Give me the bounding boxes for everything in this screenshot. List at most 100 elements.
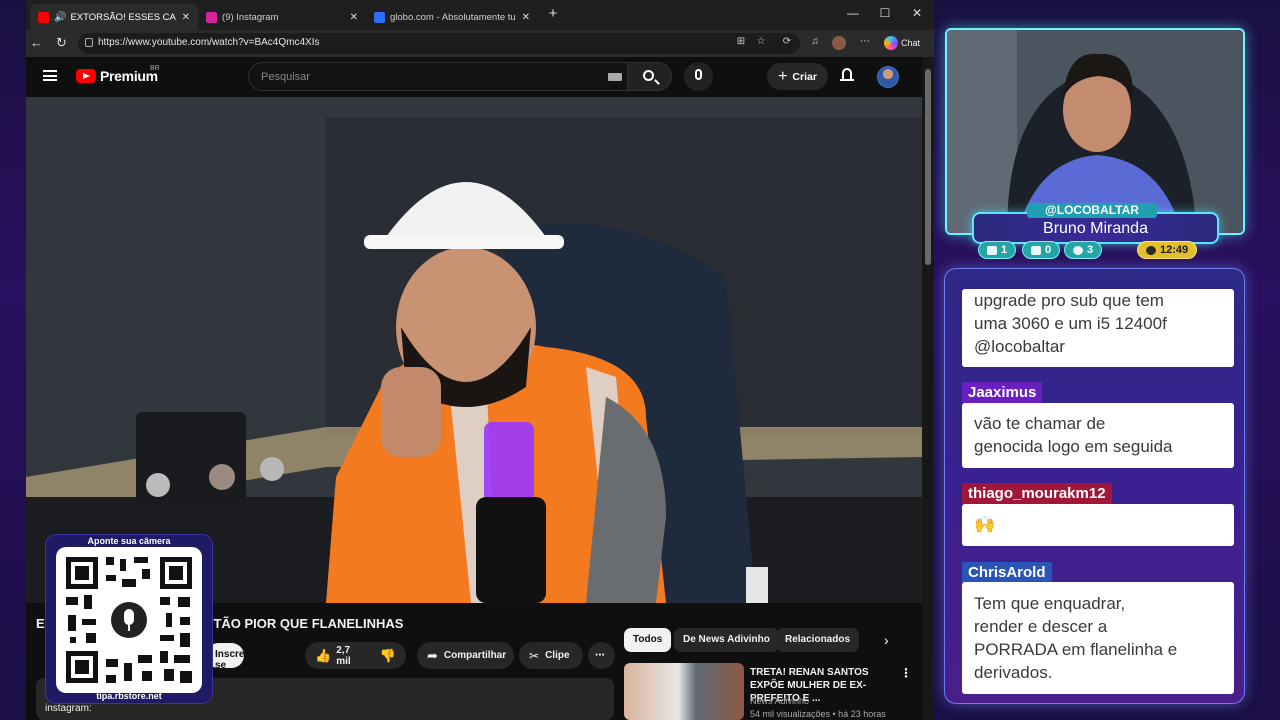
clip-button[interactable]: ✂ Clipe (519, 642, 583, 669)
chat-line: 🙌 (974, 515, 996, 534)
scrollbar-thumb[interactable] (925, 69, 931, 265)
chat-line: PORRADA em flanelinha e (974, 640, 1178, 659)
search-input[interactable]: Pesquisar (248, 62, 628, 91)
refresh-icon[interactable]: ↻ (56, 35, 67, 51)
new-tab-button[interactable]: + (538, 5, 568, 22)
instagram-favicon-icon (206, 11, 217, 23)
stat-chat: 1 (978, 241, 1017, 259)
chat-line: derivados. (974, 663, 1053, 682)
speaker-icon[interactable]: 🔊 (54, 12, 66, 23)
qr-url: tipa.rbstore.net (96, 691, 162, 701)
recommended-video-thumbnail[interactable] (624, 663, 744, 720)
chip-related[interactable]: Relacionados (776, 628, 860, 652)
chat-username: ChrisArold (962, 562, 1052, 584)
more-menu-icon[interactable]: ⋯ (858, 36, 872, 50)
dislike-button[interactable]: 👎 (380, 648, 396, 664)
maximize-button[interactable]: ☐ (870, 6, 900, 20)
media-icon[interactable]: ♫ (808, 36, 822, 50)
clip-label: Clipe (545, 650, 570, 661)
thumbs-up-icon: 👍 (315, 647, 332, 663)
url-text: https://www.youtube.com/watch?v=BAc4Qmc4… (98, 37, 320, 48)
qr-code-overlay: Aponte sua câmera tipa.rbstore.net (46, 535, 212, 703)
chat-message: vão te chamar de genocida logo em seguid… (962, 403, 1234, 468)
streamer-handle: @LOCOBALTAR (1027, 203, 1157, 218)
more-dots-icon: ⋯ (595, 650, 605, 661)
like-dislike-group: 👍 2,7 mil 👎 (305, 642, 406, 669)
search-icon (643, 70, 654, 81)
install-app-icon[interactable]: ⊞ (734, 36, 748, 50)
site-info-icon[interactable] (85, 38, 93, 47)
close-tab-icon[interactable]: ✕ (182, 12, 190, 23)
region-code: BR (150, 65, 160, 72)
chat-line: render e descer a (974, 617, 1108, 636)
chat-line: @locobaltar (974, 337, 1065, 356)
plus-icon: + (778, 67, 788, 85)
minimize-button[interactable]: — (838, 6, 868, 20)
tab-youtube[interactable]: 🔊 EXTORSÃO! ESSES CARAS TÃO ✕ (30, 4, 198, 30)
stream-chat-panel: upgrade pro sub que tem uma 3060 e um i5… (944, 268, 1245, 704)
url-field[interactable]: https://www.youtube.com/watch?v=BAc4Qmc4… (78, 33, 800, 54)
notifications-bell-icon[interactable] (840, 68, 854, 84)
tab-instagram[interactable]: (9) Instagram ✕ (198, 4, 366, 30)
chat-line: Tem que enquadrar, (974, 594, 1126, 613)
chat-line: upgrade pro sub que tem (974, 291, 1164, 310)
chat-line: vão te chamar de (974, 414, 1106, 433)
search-button[interactable] (628, 62, 672, 91)
recommended-more-icon[interactable]: ⋮ (900, 666, 912, 680)
copilot-label: Chat (901, 38, 921, 48)
chat-message: 🙌 (962, 504, 1234, 546)
video-frame-image (26, 97, 922, 603)
stat-youtube: 0 (1022, 241, 1061, 259)
back-arrow-icon[interactable]: ← (30, 35, 43, 50)
stat-value: 1 (1001, 244, 1008, 256)
scissors-icon: ✂ (529, 648, 540, 663)
close-window-button[interactable]: ✕ (902, 6, 932, 20)
stream-timer: 12:49 (1137, 241, 1198, 259)
close-tab-icon[interactable]: ✕ (522, 12, 530, 23)
viewers-icon (1073, 245, 1083, 255)
address-bar-row: ← ↻ https://www.youtube.com/watch?v=BAc4… (26, 30, 934, 57)
account-avatar[interactable] (877, 66, 899, 88)
more-actions-button[interactable]: ⋯ (588, 642, 615, 669)
favorite-star-icon[interactable]: ☆ (754, 36, 768, 50)
chip-channel[interactable]: De News Adivinho (674, 628, 779, 652)
voice-search-button[interactable] (684, 62, 713, 91)
subscribe-label: Inscrever-se (215, 649, 244, 668)
tab-globo[interactable]: globo.com - Absolutamente tudo ✕ (366, 4, 538, 30)
tab-bar: 🔊 EXTORSÃO! ESSES CARAS TÃO ✕ (9) Instag… (26, 0, 934, 30)
timer-value: 12:49 (1160, 244, 1189, 256)
clock-icon (1146, 245, 1156, 255)
thumbs-down-icon: 👎 (379, 647, 396, 663)
stat-value: 3 (1087, 244, 1094, 256)
youtube-logo-icon[interactable] (76, 69, 96, 83)
youtube-icon (1031, 245, 1041, 255)
chip-all[interactable]: Todos (624, 628, 672, 652)
menu-icon[interactable] (43, 70, 57, 81)
tab-title: (9) Instagram (222, 11, 279, 23)
profile-avatar[interactable] (832, 36, 846, 50)
stat-value: 0 (1045, 244, 1052, 256)
close-tab-icon[interactable]: ✕ (350, 12, 358, 23)
page-scrollbar[interactable] (922, 57, 934, 720)
extensions-icon[interactable]: ⟳ (780, 36, 794, 50)
share-label: Compartilhar (443, 650, 507, 661)
chat-message: upgrade pro sub que tem uma 3060 e um i5… (962, 289, 1234, 367)
chat-line: uma 3060 e um i5 12400f (974, 314, 1167, 333)
globo-favicon-icon (374, 11, 385, 23)
chat-icon (987, 245, 997, 255)
keyboard-icon[interactable] (608, 73, 622, 81)
tab-title: EXTORSÃO! ESSES CARAS TÃO (70, 11, 176, 23)
qr-instruction: Aponte sua câmera (87, 536, 171, 546)
video-player[interactable] (26, 97, 922, 603)
tab-title: globo.com - Absolutamente tudo (390, 11, 516, 23)
copilot-chat-button[interactable]: Chat (884, 34, 920, 52)
chat-line: genocida logo em seguida (974, 437, 1173, 456)
share-button[interactable]: ➦ Compartilhar (417, 642, 514, 669)
youtube-header: Premium BR Pesquisar + Criar (26, 57, 922, 97)
chevron-right-icon[interactable]: › (884, 632, 889, 648)
recommended-video-channel[interactable]: News Adivinho (750, 696, 809, 706)
like-button[interactable]: 👍 2,7 mil (315, 645, 362, 667)
qr-code-image (56, 547, 202, 693)
create-button[interactable]: + Criar (767, 63, 828, 90)
copilot-icon (884, 36, 898, 50)
